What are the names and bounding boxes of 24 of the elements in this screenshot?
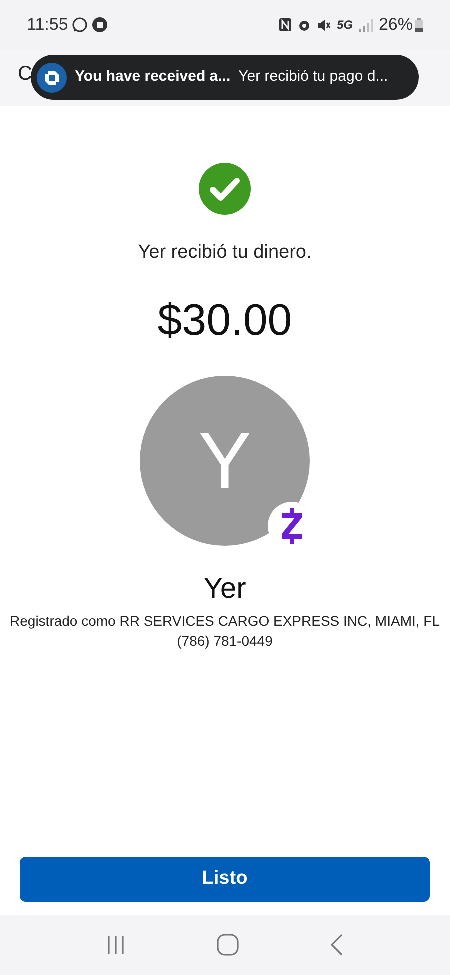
mute-icon: [316, 18, 331, 32]
avatar-initial: Y: [198, 420, 252, 500]
confirmation-message: Yer recibió tu dinero.: [138, 241, 312, 265]
notification-title: You have received a...: [75, 67, 231, 88]
notification-banner[interactable]: You have received a... Yer recibió tu pago d...: [31, 55, 419, 100]
recent-apps-icon[interactable]: [106, 935, 126, 955]
registration-info: Registrado como RR SERVICES CARGO EXPRESS INC, MIAMI, FL: [9, 612, 441, 631]
network-type: 5G: [336, 17, 353, 34]
payment-amount: $30.00: [158, 294, 292, 346]
back-icon[interactable]: [330, 934, 344, 956]
done-button[interactable]: Listo: [20, 857, 430, 902]
success-check-icon: [199, 163, 251, 215]
recipient-name: Yer: [204, 572, 246, 606]
zelle-icon: [281, 508, 303, 544]
chat-app-icon: [72, 17, 88, 33]
phone-number: (786) 781-0449: [177, 632, 273, 651]
home-icon[interactable]: [216, 934, 239, 956]
signal-icon: [358, 18, 373, 32]
nfc-icon: [278, 18, 292, 32]
header-title: C: [18, 62, 32, 87]
battery-icon: [415, 18, 423, 32]
status-time: 11:55: [27, 14, 68, 36]
battery-percentage: 26%: [378, 14, 413, 36]
notification-text: Yer recibió tu pago d...: [238, 67, 388, 88]
